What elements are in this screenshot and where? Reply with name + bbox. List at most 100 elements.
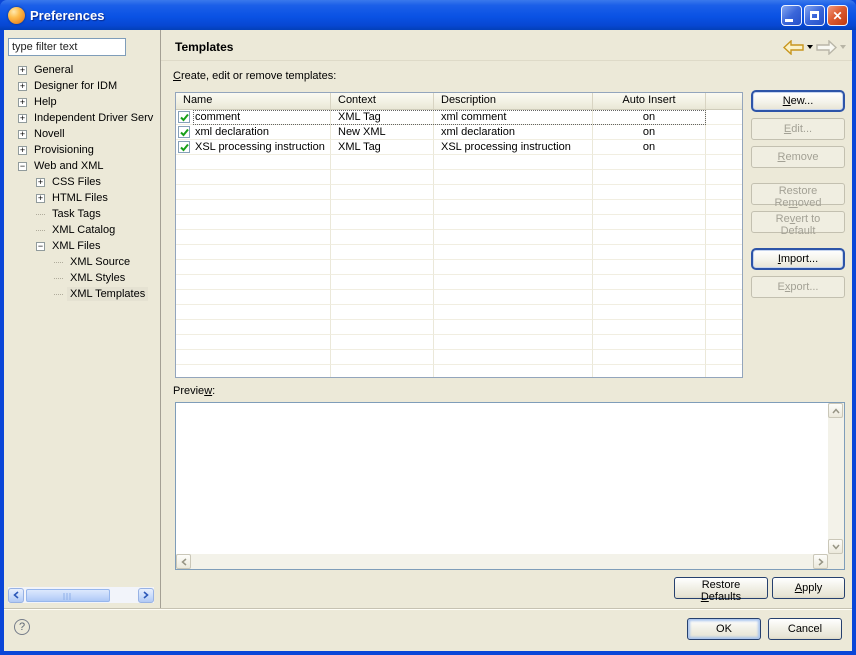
- cancel-button[interactable]: Cancel: [768, 618, 842, 640]
- expand-icon[interactable]: +: [18, 98, 27, 107]
- import-button[interactable]: Import...: [751, 248, 845, 270]
- chevron-left-icon: [181, 558, 187, 566]
- maximize-button[interactable]: [804, 5, 825, 26]
- dialog-body: +General+Designer for IDM+Help+Independe…: [4, 30, 852, 651]
- sidebar-item-task-tags[interactable]: Task Tags: [4, 206, 159, 222]
- expand-icon[interactable]: +: [18, 130, 27, 139]
- sidebar-item-independent-driver-serv[interactable]: +Independent Driver Serv: [4, 110, 159, 126]
- empty-table-row[interactable]: [176, 200, 742, 215]
- filter-input[interactable]: [8, 38, 126, 56]
- empty-table-row[interactable]: [176, 245, 742, 260]
- forward-icon[interactable]: [816, 40, 837, 55]
- back-menu-caret-icon[interactable]: [807, 45, 813, 49]
- empty-table-row[interactable]: [176, 365, 742, 378]
- column-header-context[interactable]: Context: [331, 93, 434, 109]
- collapse-icon[interactable]: −: [36, 242, 45, 251]
- empty-table-row[interactable]: [176, 215, 742, 230]
- preview-area[interactable]: [175, 402, 845, 570]
- empty-table-row[interactable]: [176, 260, 742, 275]
- table-header-row: NameContextDescriptionAuto Insert: [176, 93, 742, 110]
- sidebar-item-label: XML Styles: [67, 271, 128, 285]
- remove-button[interactable]: Remove: [751, 146, 845, 168]
- sidebar-item-label: XML Source: [67, 255, 133, 269]
- edit-button[interactable]: Edit...: [751, 118, 845, 140]
- empty-table-row[interactable]: [176, 170, 742, 185]
- restore-removed-button[interactable]: Restore Removed: [751, 183, 845, 205]
- expand-icon[interactable]: +: [18, 114, 27, 123]
- check-icon: [180, 143, 189, 152]
- sidebar-item-web-and-xml[interactable]: −Web and XML: [4, 158, 159, 174]
- template-checkbox[interactable]: [178, 111, 190, 123]
- sidebar-item-label: Provisioning: [31, 143, 97, 157]
- column-header-name[interactable]: Name: [176, 93, 331, 109]
- header-divider: [161, 60, 852, 61]
- template-checkbox[interactable]: [178, 141, 190, 153]
- export-button[interactable]: Export...: [751, 276, 845, 298]
- collapse-icon[interactable]: −: [18, 162, 27, 171]
- expand-icon[interactable]: +: [36, 178, 45, 187]
- restore-defaults-button[interactable]: Restore Defaults: [674, 577, 768, 599]
- sidebar-item-html-files[interactable]: +HTML Files: [4, 190, 159, 206]
- scroll-left-button[interactable]: [176, 554, 191, 569]
- scroll-left-button[interactable]: [8, 588, 24, 603]
- sidebar-item-help[interactable]: +Help: [4, 94, 159, 110]
- empty-table-row[interactable]: [176, 185, 742, 200]
- row-filler: [706, 140, 742, 155]
- sidebar-item-xml-templates[interactable]: XML Templates: [4, 286, 159, 302]
- preview-vertical-scrollbar[interactable]: [828, 403, 844, 554]
- expand-icon[interactable]: +: [18, 66, 27, 75]
- tree-horizontal-scrollbar[interactable]: [8, 587, 154, 603]
- templates-table[interactable]: NameContextDescriptionAuto Insert commen…: [175, 92, 743, 378]
- apply-button[interactable]: Apply: [772, 577, 845, 599]
- empty-table-row[interactable]: [176, 155, 742, 170]
- scroll-up-button[interactable]: [828, 403, 843, 418]
- sidebar-item-novell[interactable]: +Novell: [4, 126, 159, 142]
- template-auto-insert: on: [593, 140, 706, 155]
- scroll-right-button[interactable]: [813, 554, 828, 569]
- new-button[interactable]: New...: [751, 90, 845, 112]
- template-row-xml-declaration[interactable]: xml declarationNew XMLxml declarationon: [176, 125, 742, 140]
- create-templates-label: Create, edit or remove templates:: [173, 70, 336, 82]
- sidebar-item-general[interactable]: +General: [4, 62, 159, 78]
- sidebar-item-xml-files[interactable]: −XML Files: [4, 238, 159, 254]
- history-nav: [783, 38, 846, 56]
- empty-table-row[interactable]: [176, 290, 742, 305]
- scroll-thumb[interactable]: [26, 589, 110, 602]
- template-checkbox[interactable]: [178, 126, 190, 138]
- chevron-right-icon: [143, 591, 149, 599]
- expand-icon[interactable]: +: [18, 82, 27, 91]
- sidebar-item-css-files[interactable]: + CSS Files: [4, 174, 159, 190]
- column-header-auto-insert[interactable]: Auto Insert: [593, 93, 706, 109]
- expand-icon[interactable]: +: [18, 146, 27, 155]
- minimize-button[interactable]: [781, 5, 802, 26]
- sidebar-item-xml-source[interactable]: XML Source: [4, 254, 159, 270]
- template-description: XSL processing instruction: [434, 140, 593, 155]
- sidebar-item-label: CSS Files: [49, 175, 104, 189]
- empty-table-row[interactable]: [176, 350, 742, 365]
- revert-to-default-button[interactable]: Revert to Default: [751, 211, 845, 233]
- empty-table-row[interactable]: [176, 335, 742, 350]
- titlebar[interactable]: Preferences ✕: [0, 0, 856, 30]
- empty-table-row[interactable]: [176, 275, 742, 290]
- scroll-down-button[interactable]: [828, 539, 843, 554]
- sidebar-item-label: XML Catalog: [49, 223, 118, 237]
- sidebar-item-provisioning[interactable]: + Provisioning: [4, 142, 159, 158]
- back-icon[interactable]: [783, 40, 804, 55]
- sidebar-item-xml-catalog[interactable]: XML Catalog: [4, 222, 159, 238]
- close-button[interactable]: ✕: [827, 5, 848, 26]
- empty-table-row[interactable]: [176, 305, 742, 320]
- sidebar-item-designer-for-idm[interactable]: +Designer for IDM: [4, 78, 159, 94]
- template-row-xsl-processing-instruction[interactable]: XSL processing instructionXML TagXSL pro…: [176, 140, 742, 155]
- expand-icon[interactable]: +: [36, 194, 45, 203]
- preview-horizontal-scrollbar[interactable]: [176, 554, 828, 569]
- forward-menu-caret-icon[interactable]: [840, 45, 846, 49]
- ok-button[interactable]: OK: [687, 618, 761, 640]
- scroll-right-button[interactable]: [138, 588, 154, 603]
- column-header-description[interactable]: Description: [434, 93, 593, 109]
- sidebar-item-xml-styles[interactable]: XML Styles: [4, 270, 159, 286]
- empty-table-row[interactable]: [176, 320, 742, 335]
- help-button[interactable]: ?: [14, 619, 30, 635]
- template-row-comment[interactable]: commentXML Tagxml commenton: [176, 110, 742, 125]
- empty-table-row[interactable]: [176, 230, 742, 245]
- tree-connector: [54, 262, 63, 263]
